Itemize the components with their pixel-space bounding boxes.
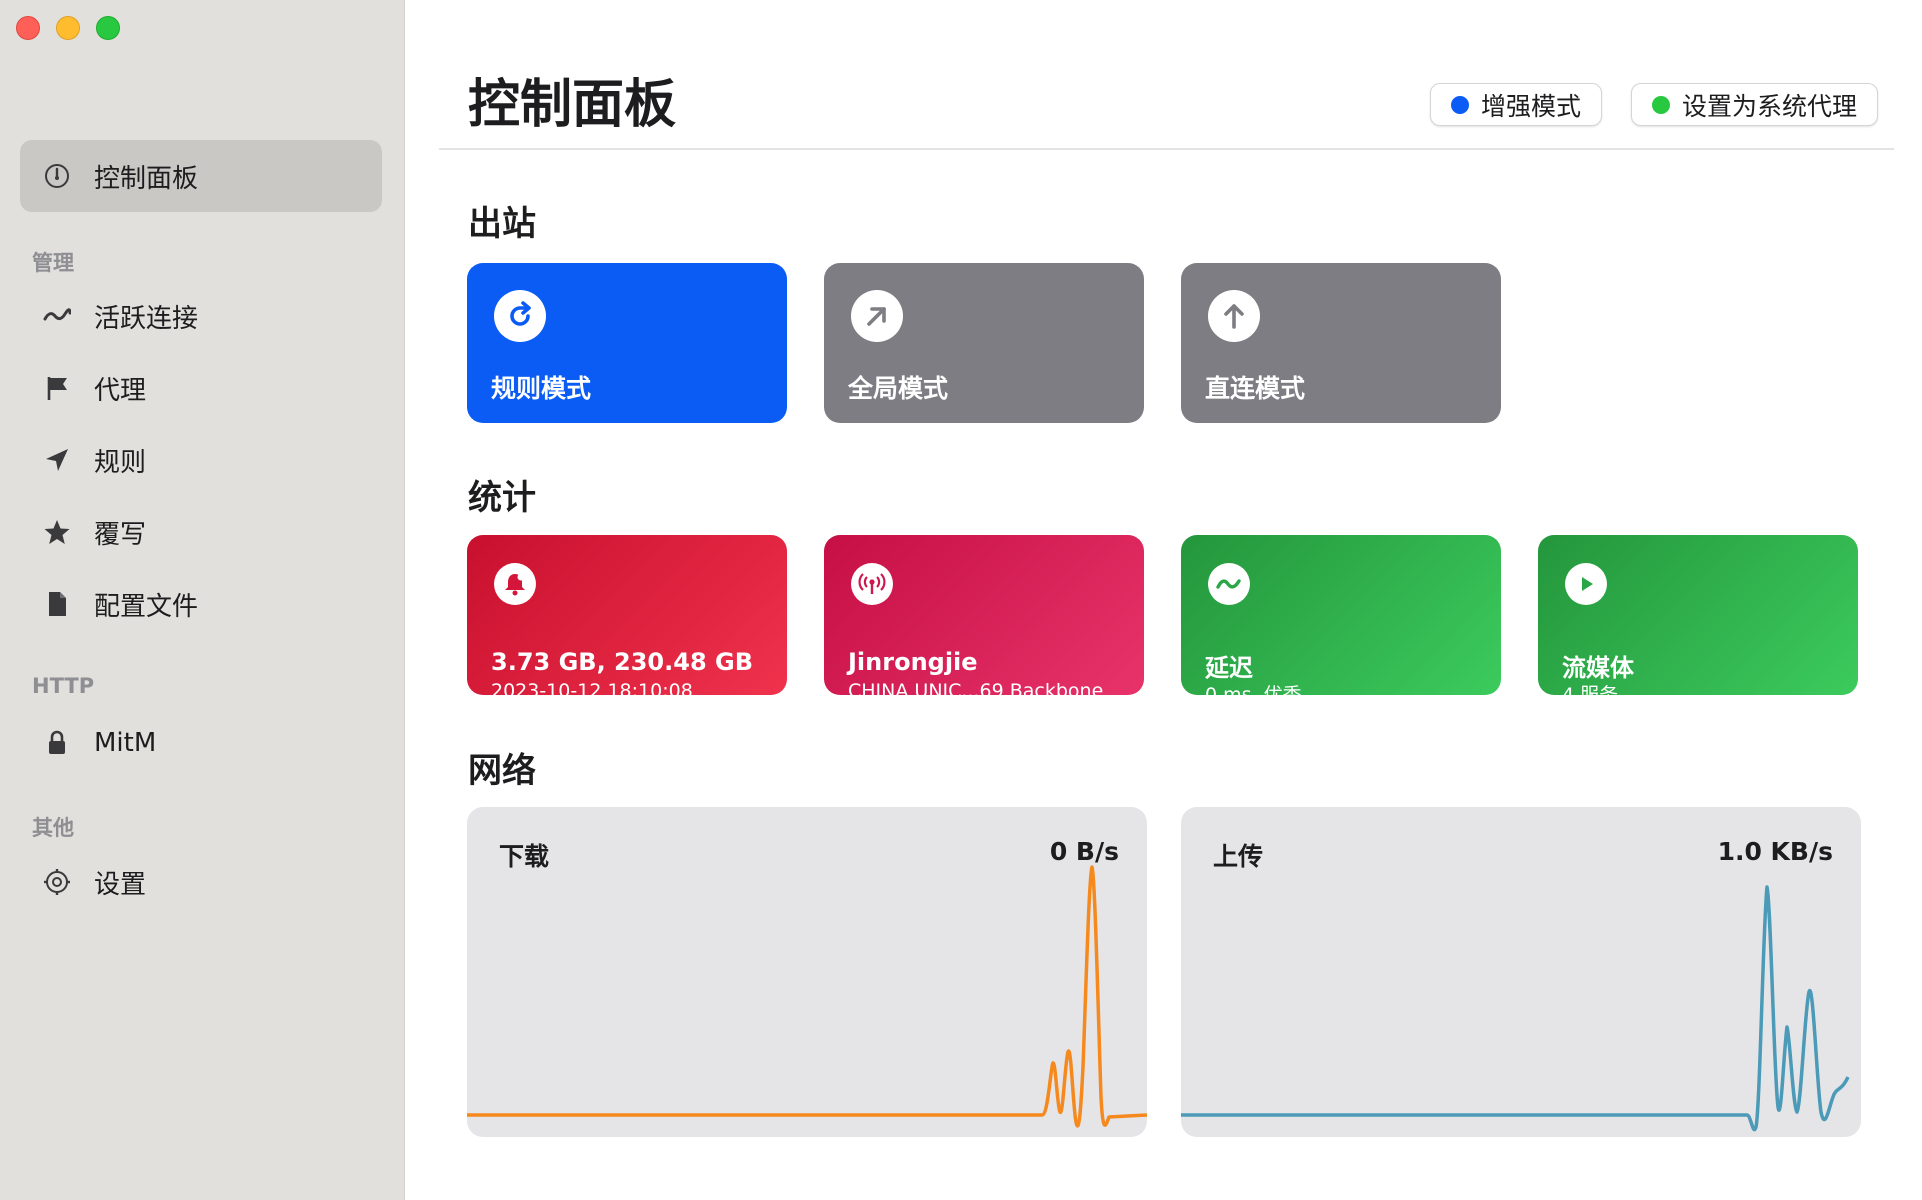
window-controls (16, 16, 120, 40)
close-window-button[interactable] (16, 16, 40, 40)
upload-card: 上传 1.0 KB/s (1181, 807, 1861, 1137)
gear-icon (42, 867, 72, 897)
diagonal-arrow-icon (851, 290, 903, 342)
latency-stat-tile[interactable]: 延迟 0 ms, 优秀 (1181, 535, 1501, 695)
sidebar-item-dashboard[interactable]: 控制面板 (20, 140, 382, 212)
bell-icon (494, 563, 536, 605)
sidebar-item-label: 规则 (94, 447, 147, 478)
status-dot-icon (1652, 95, 1670, 114)
section-label-manage: 管理 (32, 251, 74, 275)
minimize-window-button[interactable] (56, 16, 80, 40)
traffic-value: 3.73 GB, 230.48 GB (491, 648, 753, 676)
sidebar-item-config-files[interactable]: 配置文件 (20, 568, 382, 640)
enhanced-mode-button[interactable]: 增强模式 (1430, 83, 1603, 126)
sidebar-item-label: 代理 (94, 375, 147, 406)
system-proxy-label: 设置为系统代理 (1682, 91, 1858, 121)
document-icon (42, 589, 72, 619)
star-icon (42, 517, 72, 547)
flag-icon (42, 373, 72, 403)
global-mode-label: 全局模式 (848, 374, 949, 403)
isp-stat-tile[interactable]: Jinrongjie CHINA UNIC...69 Backbone (824, 535, 1144, 695)
gauge-icon (42, 161, 72, 191)
antenna-icon (851, 563, 893, 605)
isp-name: Jinrongjie (848, 648, 978, 676)
wave-icon (1208, 563, 1250, 605)
sidebar-item-label: 设置 (94, 869, 147, 900)
play-icon (1565, 563, 1607, 605)
header-divider (439, 148, 1894, 150)
streaming-services: 4 服务 (1562, 684, 1619, 695)
sidebar-item-label: MitM (94, 728, 157, 758)
sidebar-item-proxy[interactable]: 代理 (20, 352, 382, 424)
streaming-stat-tile[interactable]: 流媒体 4 服务 (1538, 535, 1858, 695)
outbound-section-title: 出站 (468, 204, 536, 244)
section-label-other: 其他 (32, 816, 74, 840)
section-label-http: HTTP (32, 674, 95, 698)
stats-section-title: 统计 (468, 478, 536, 518)
latency-value: 0 ms, 优秀 (1205, 684, 1302, 695)
sidebar: 控制面板 管理 活跃连接 代理 规则 覆写 配置文件 HTTP MitM 其他 … (0, 0, 405, 1200)
sidebar-item-label: 覆写 (94, 519, 147, 550)
activity-wave-icon (42, 301, 72, 331)
system-proxy-button[interactable]: 设置为系统代理 (1631, 83, 1879, 126)
sidebar-item-rules[interactable]: 规则 (20, 424, 382, 496)
rule-mode-label: 规则模式 (491, 374, 592, 403)
enhanced-mode-label: 增强模式 (1481, 91, 1582, 121)
location-arrow-icon (42, 445, 72, 475)
global-mode-tile[interactable]: 全局模式 (824, 263, 1144, 423)
sidebar-item-mitm[interactable]: MitM (20, 707, 382, 779)
main-content: 控制面板 增强模式 设置为系统代理 出站 规则模式 全局模式 直连模式 统计 3… (405, 0, 1922, 1200)
download-sparkline (467, 865, 1147, 1128)
traffic-stat-tile[interactable]: 3.73 GB, 230.48 GB 2023-10-12 18:10:08 (467, 535, 787, 695)
redirect-arrow-icon (494, 290, 546, 342)
lock-icon (42, 728, 72, 758)
sidebar-item-label: 活跃连接 (94, 303, 199, 334)
isp-detail: CHINA UNIC...69 Backbone (848, 680, 1104, 695)
latency-title: 延迟 (1205, 654, 1253, 682)
sidebar-item-rewrite[interactable]: 覆写 (20, 496, 382, 568)
sidebar-item-active-connections[interactable]: 活跃连接 (20, 280, 382, 352)
rule-mode-tile[interactable]: 规则模式 (467, 263, 787, 423)
sidebar-item-label: 配置文件 (94, 591, 199, 622)
direct-mode-tile[interactable]: 直连模式 (1181, 263, 1501, 423)
status-dot-icon (1451, 95, 1469, 114)
sidebar-item-settings[interactable]: 设置 (20, 846, 382, 918)
upload-line (1181, 885, 1850, 1132)
network-section-title: 网络 (468, 751, 536, 791)
maximize-window-button[interactable] (96, 16, 120, 40)
download-line (467, 865, 1147, 1128)
direct-mode-label: 直连模式 (1205, 374, 1306, 403)
up-arrow-icon (1208, 290, 1260, 342)
page-title: 控制面板 (468, 75, 677, 135)
traffic-timestamp: 2023-10-12 18:10:08 (491, 680, 693, 695)
upload-sparkline (1181, 885, 1850, 1132)
streaming-title: 流媒体 (1562, 654, 1634, 682)
sidebar-item-label: 控制面板 (94, 163, 199, 194)
app-window: 控制面板 管理 活跃连接 代理 规则 覆写 配置文件 HTTP MitM 其他 … (0, 0, 1922, 1200)
download-card: 下载 0 B/s (467, 807, 1147, 1137)
